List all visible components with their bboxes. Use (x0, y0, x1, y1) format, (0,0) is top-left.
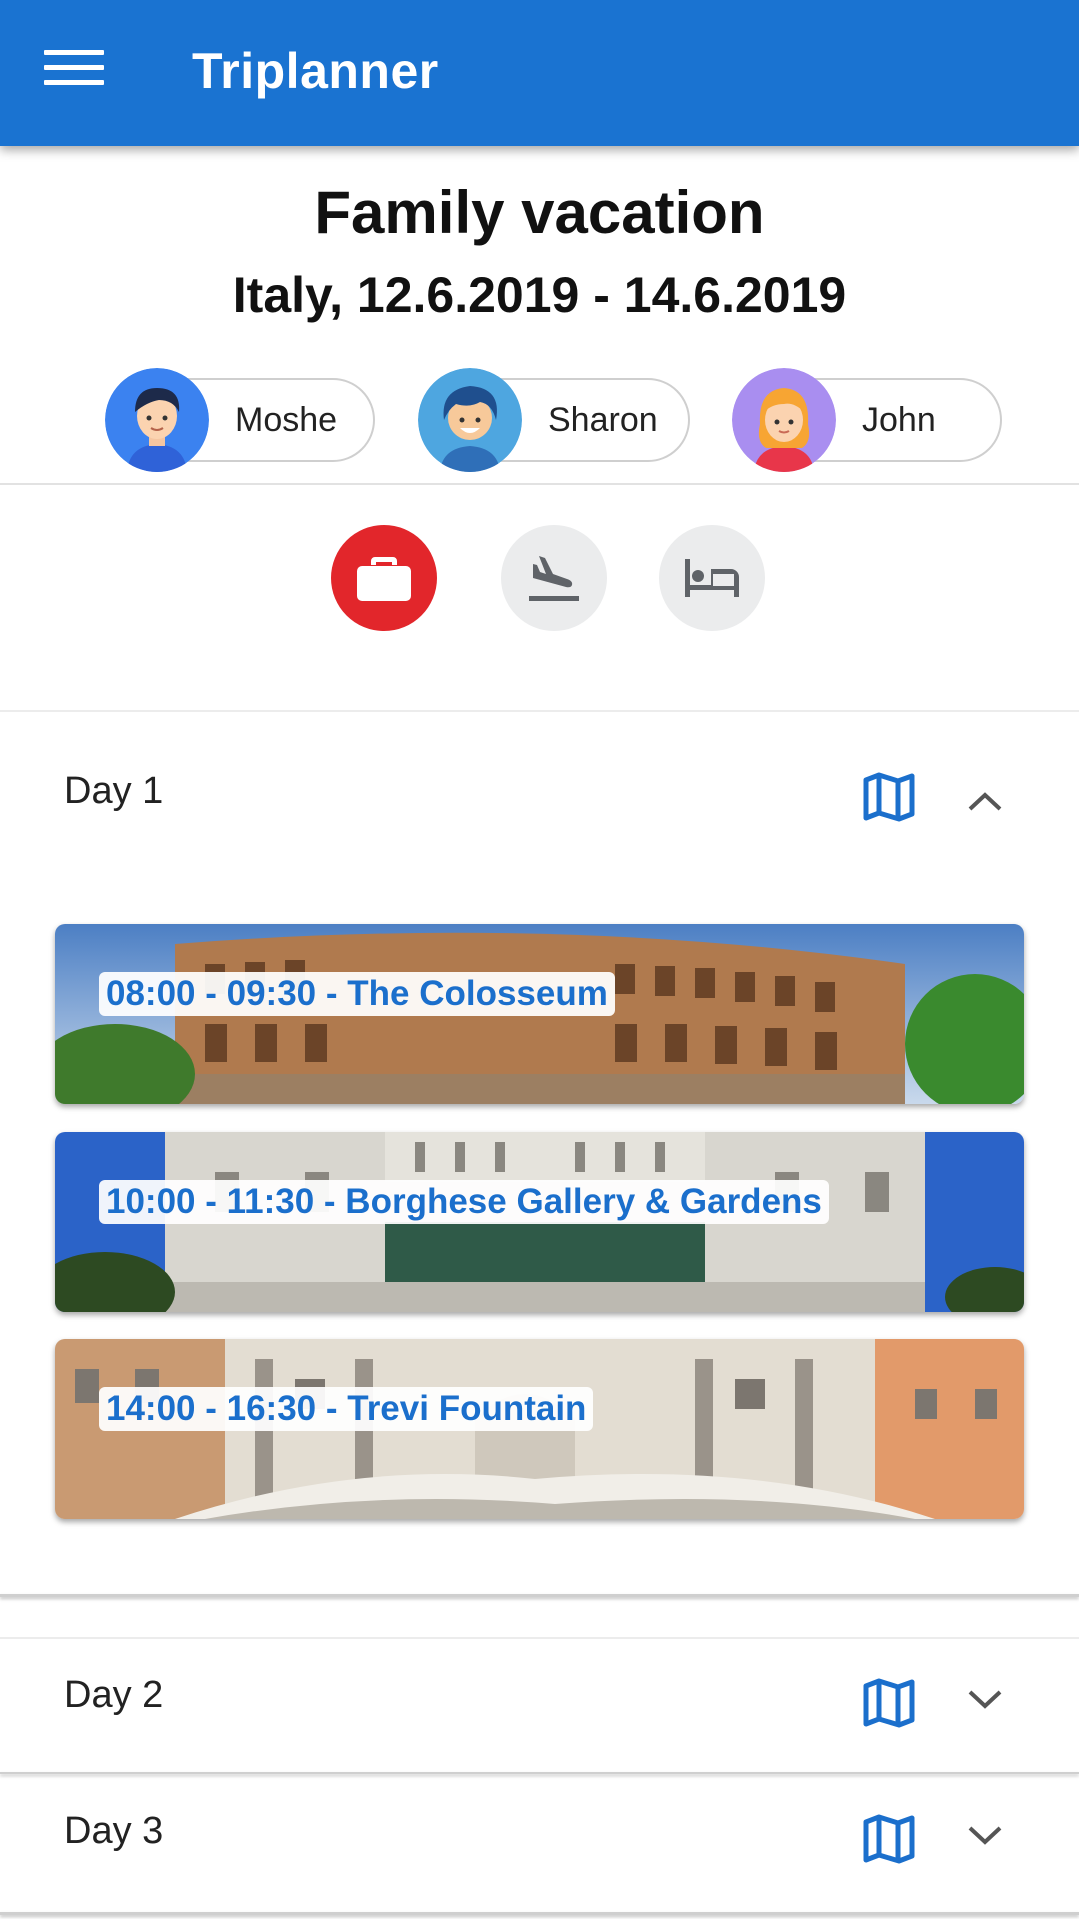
app-title: Triplanner (192, 43, 439, 99)
map-icon[interactable] (862, 772, 916, 822)
flight-landing-icon (529, 556, 579, 601)
activity-card-borghese[interactable]: 10:00 - 11:30 - Borghese Gallery & Garde… (55, 1132, 1024, 1312)
avatar (105, 368, 209, 472)
chevron-down-icon[interactable] (962, 1684, 1008, 1724)
activity-card-colosseum[interactable]: 08:00 - 09:30 - The Colosseum (55, 924, 1024, 1104)
trip-subtitle: Italy, 12.6.2019 - 14.6.2019 (232, 267, 847, 323)
day-header-1[interactable]: Day 1 (0, 720, 1079, 850)
activity-label: 14:00 - 16:30 - Trevi Fountain (99, 1387, 594, 1431)
divider (0, 1594, 1079, 1597)
map-icon[interactable] (862, 1678, 916, 1728)
chevron-up-icon[interactable] (962, 785, 1008, 825)
trip-title: Family vacation (314, 179, 765, 246)
day-label: Day 1 (64, 770, 164, 812)
briefcase-icon (357, 557, 411, 601)
divider (0, 1772, 1079, 1774)
activity-card-trevi[interactable]: 14:00 - 16:30 - Trevi Fountain (55, 1339, 1024, 1519)
day-header-2[interactable]: Day 2 (0, 1640, 1079, 1770)
category-hotel-button[interactable] (659, 525, 765, 631)
divider (0, 483, 1079, 485)
avatar (418, 368, 522, 472)
divider (0, 710, 1079, 712)
category-briefcase-button[interactable] (331, 525, 437, 631)
activity-label: 08:00 - 09:30 - The Colosseum (99, 972, 615, 1016)
menu-icon[interactable] (44, 50, 104, 96)
divider (0, 1637, 1079, 1639)
app-bar: Triplanner (0, 0, 1079, 146)
day-label: Day 3 (64, 1810, 164, 1852)
category-flights-button[interactable] (501, 525, 607, 631)
chevron-down-icon[interactable] (962, 1820, 1008, 1860)
avatar (732, 368, 836, 472)
activity-label: 10:00 - 11:30 - Borghese Gallery & Garde… (99, 1180, 829, 1224)
divider (0, 1912, 1079, 1915)
hotel-bed-icon (685, 559, 739, 597)
day-header-3[interactable]: Day 3 (0, 1776, 1079, 1906)
map-icon[interactable] (862, 1814, 916, 1864)
day-label: Day 2 (64, 1674, 164, 1716)
